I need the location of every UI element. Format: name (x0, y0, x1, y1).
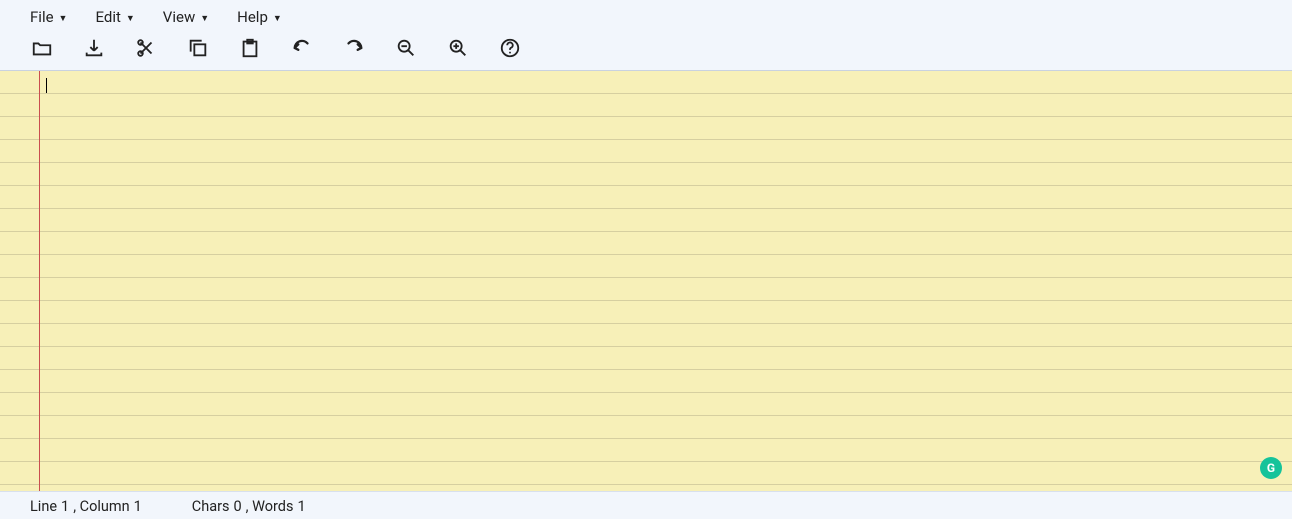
menu-view[interactable]: View ▼ (163, 8, 209, 26)
undo-icon (291, 37, 313, 59)
status-chars-value: 0 (233, 498, 241, 515)
zoom-in-icon (447, 37, 469, 59)
help-icon (499, 37, 521, 59)
editor-textarea[interactable] (45, 77, 1282, 491)
status-chars-prefix: Chars (192, 498, 230, 515)
editor-area[interactable] (0, 71, 1292, 491)
menu-help-label: Help (237, 8, 268, 26)
menu-edit-label: Edit (95, 8, 120, 26)
status-position: Line 1, Column 1 (30, 498, 142, 515)
menu-view-label: View (163, 8, 195, 26)
copy-icon (187, 37, 209, 59)
menu-edit[interactable]: Edit ▼ (95, 8, 134, 26)
download-button[interactable] (82, 36, 106, 60)
status-words-prefix: , Words (246, 498, 294, 515)
menubar: File ▼ Edit ▼ View ▼ Help ▼ (0, 0, 1292, 30)
zoom-out-icon (395, 37, 417, 59)
folder-open-icon (31, 37, 53, 59)
caret-down-icon: ▼ (273, 13, 282, 24)
status-line-value: 1 (61, 498, 69, 515)
grammarly-badge[interactable]: G (1260, 457, 1282, 479)
paste-icon (239, 37, 261, 59)
zoom-in-button[interactable] (446, 36, 470, 60)
copy-button[interactable] (186, 36, 210, 60)
cut-button[interactable] (134, 36, 158, 60)
grammarly-badge-letter: G (1267, 461, 1275, 475)
toolbar (0, 30, 1292, 71)
status-line-prefix: Line (30, 498, 57, 515)
menu-help[interactable]: Help ▼ (237, 8, 282, 26)
caret-down-icon: ▼ (200, 13, 209, 24)
redo-icon (343, 37, 365, 59)
caret-down-icon: ▼ (59, 13, 68, 24)
zoom-out-button[interactable] (394, 36, 418, 60)
status-column-prefix: , Column (73, 498, 129, 515)
undo-button[interactable] (290, 36, 314, 60)
cut-icon (135, 37, 157, 59)
menu-file[interactable]: File ▼ (30, 8, 67, 26)
status-counts: Chars 0 , Words 1 (192, 498, 306, 515)
statusbar: Line 1, Column 1 Chars 0, Words 1 (0, 491, 1292, 519)
caret-down-icon: ▼ (126, 13, 135, 24)
help-button[interactable] (498, 36, 522, 60)
margin-line (39, 71, 40, 491)
menu-file-label: File (30, 8, 54, 26)
open-button[interactable] (30, 36, 54, 60)
status-column-value: 1 (134, 498, 142, 515)
redo-button[interactable] (342, 36, 366, 60)
paste-button[interactable] (238, 36, 262, 60)
status-words-value: 1 (297, 498, 305, 515)
download-icon (83, 37, 105, 59)
